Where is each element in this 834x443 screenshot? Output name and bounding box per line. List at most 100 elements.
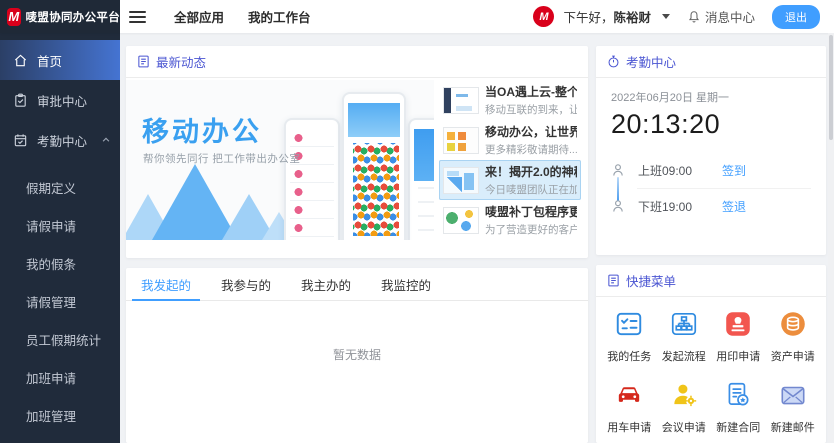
sidebar-item-overtime-request[interactable]: 加班申请 (0, 358, 120, 396)
news-list: 当OA遇上云-整个协同OA 移动互联的到来，让OA与云 移动办公，让世界触手可 … (434, 80, 588, 240)
news-item[interactable]: 当OA遇上云-整个协同OA 移动互联的到来，让OA与云 (439, 80, 581, 120)
mail-icon (778, 380, 808, 410)
news-title: 移动办公，让世界触手可 (485, 123, 577, 140)
news-text: 移动办公，让世界触手可 更多精彩敬请期待....... (485, 123, 577, 157)
quick-item-label: 新建合同 (716, 419, 760, 435)
attendance-card-title: 考勤中心 (626, 52, 676, 71)
news-thumbnail (443, 167, 479, 194)
quick-item-seal-request[interactable]: 用印申请 (711, 309, 766, 364)
meeting-icon (669, 380, 699, 410)
chevron-down-icon[interactable] (662, 14, 670, 19)
quick-item-label: 用印申请 (716, 348, 760, 364)
news-item[interactable]: 移动办公，让世界触手可 更多精彩敬请期待....... (439, 120, 581, 160)
document-icon (137, 55, 150, 68)
news-subtitle: 为了营造更好的客户体验，唛 (485, 222, 577, 237)
tab-monitored-by-me[interactable]: 我监控的 (366, 268, 446, 300)
header-right: M 下午好，陈裕财 消息中心 退出 (533, 5, 834, 29)
sidebar-item-employee-holiday-stats[interactable]: 员工假期统计 (0, 320, 120, 358)
sidebar-item-leave-request[interactable]: 请假申请 (0, 206, 120, 244)
tab-initiated-by-me[interactable]: 我发起的 (126, 268, 206, 300)
quick-item-label: 我的任务 (607, 348, 651, 364)
quick-menu-title: 快捷菜单 (626, 271, 676, 290)
news-card-body: 移动办公 帮你领先同行 把工作带出办公室 当OA遇上云-整个协同OA 移动互联的… (126, 80, 588, 240)
tab-hosted-by-me[interactable]: 我主办的 (286, 268, 366, 300)
news-item-selected[interactable]: 来！揭开2.0的神秘面纱~ 今日唛盟团队正在加班加点， (439, 160, 581, 200)
tab-participated-by-me[interactable]: 我参与的 (206, 268, 286, 300)
sidebar-item-label: 首页 (37, 51, 62, 70)
menu-toggle-icon[interactable] (129, 11, 146, 23)
greeting-text: 下午好，陈裕财 (563, 7, 651, 26)
quick-item-label: 会议申请 (662, 419, 706, 435)
sidebar-item-holiday-definition[interactable]: 假期定义 (0, 168, 120, 206)
check-in-row: 上班09:00 签到 (611, 152, 811, 188)
quick-item-asset-request[interactable]: 资产申请 (766, 309, 821, 364)
quick-item-vehicle-request[interactable]: 用车申请 (602, 380, 657, 435)
news-thumbnail (443, 207, 479, 234)
sidebar-item-approval-center[interactable]: 审批中心 (0, 80, 120, 120)
banner-headline: 移动办公 (142, 110, 262, 149)
news-title: 来！揭开2.0的神秘面纱~ (485, 163, 577, 180)
stamp-icon (723, 309, 753, 339)
bell-icon (687, 10, 701, 24)
home-icon (13, 53, 28, 68)
quick-item-new-contract[interactable]: 新建合同 (711, 380, 766, 435)
tasks-icon (614, 309, 644, 339)
attendance-rows: 上班09:00 签到 下班19:00 签退 (611, 152, 811, 224)
attendance-card: 考勤中心 2022年06月20日 星期一 20:13:20 上班09:00 签到 (596, 46, 826, 255)
quick-item-label: 资产申请 (771, 348, 815, 364)
sidebar-item-leave-management[interactable]: 请假管理 (0, 282, 120, 320)
sidebar-item-label: 审批中心 (37, 91, 87, 110)
news-item[interactable]: 唛盟补丁包程序更新 为了营造更好的客户体验，唛 (439, 200, 581, 240)
empty-state-text: 暂无数据 (126, 301, 588, 363)
check-in-label: 上班09:00 (638, 162, 706, 179)
main-content: 最新动态 移动办公 帮你领先同行 把工作带出办公室 (120, 33, 834, 443)
news-subtitle: 更多精彩敬请期待....... (485, 142, 577, 157)
attendance-card-header: 考勤中心 (596, 46, 826, 78)
phone-mockup (342, 92, 406, 240)
news-card-header: 最新动态 (126, 46, 588, 78)
contract-icon (723, 380, 753, 410)
stopwatch-icon (607, 55, 620, 68)
avatar[interactable]: M (533, 6, 554, 27)
banner-subline: 帮你领先同行 把工作带出办公室 (143, 151, 300, 166)
quick-item-new-mail[interactable]: 新建邮件 (766, 380, 821, 435)
attendance-clock: 20:13:20 (611, 109, 811, 140)
nav-tab-workbench[interactable]: 我的工作台 (248, 7, 311, 26)
right-column: 考勤中心 2022年06月20日 星期一 20:13:20 上班09:00 签到 (596, 46, 826, 443)
sidebar-item-my-leave-notes[interactable]: 我的假条 (0, 244, 120, 282)
car-icon (614, 380, 644, 410)
quick-item-meeting-request[interactable]: 会议申请 (657, 380, 712, 435)
latest-news-card: 最新动态 移动办公 帮你领先同行 把工作带出办公室 (126, 46, 588, 258)
quick-item-start-process[interactable]: 发起流程 (657, 309, 712, 364)
news-thumbnail (443, 87, 479, 114)
news-title: 唛盟补丁包程序更新 (485, 203, 577, 220)
scrollbar-thumb[interactable] (829, 35, 833, 140)
tasks-card: 我发起的 我参与的 我主办的 我监控的 暂无数据 (126, 268, 588, 443)
notebook-icon (607, 274, 620, 287)
quick-menu-card: 快捷菜单 我的任务 发起流程 用印申请 (596, 265, 826, 443)
tasks-tabs: 我发起的 我参与的 我主办的 我监控的 (126, 268, 588, 301)
news-text: 当OA遇上云-整个协同OA 移动互联的到来，让OA与云 (485, 83, 577, 117)
logout-button[interactable]: 退出 (772, 5, 820, 29)
attendance-body: 2022年06月20日 星期一 20:13:20 上班09:00 签到 (596, 78, 826, 224)
flow-icon (669, 309, 699, 339)
left-column: 最新动态 移动办公 帮你领先同行 把工作带出办公室 (126, 46, 588, 443)
news-title: 当OA遇上云-整个协同OA (485, 83, 577, 100)
quick-menu-header: 快捷菜单 (596, 265, 826, 297)
phone-mockup (284, 118, 340, 240)
news-text: 来！揭开2.0的神秘面纱~ 今日唛盟团队正在加班加点， (485, 163, 577, 197)
nav-tab-all-apps[interactable]: 全部应用 (174, 7, 224, 26)
quick-item-label: 发起流程 (662, 348, 706, 364)
username: 陈裕财 (613, 11, 651, 25)
greeting-prefix: 下午好， (563, 11, 613, 25)
sidebar-item-home[interactable]: 首页 (0, 40, 120, 80)
person-icon (611, 199, 625, 213)
message-center-button[interactable]: 消息中心 (687, 7, 755, 26)
check-out-link[interactable]: 签退 (722, 198, 746, 215)
carousel-banner[interactable]: 移动办公 帮你领先同行 把工作带出办公室 (126, 80, 434, 240)
sidebar-item-overtime-management[interactable]: 加班管理 (0, 396, 120, 434)
check-in-link[interactable]: 签到 (722, 162, 746, 179)
top-header: M 唛盟协同办公平台 全部应用 我的工作台 M 下午好，陈裕财 消息中心 退出 (0, 0, 834, 33)
sidebar-item-attendance-center[interactable]: 考勤中心 (0, 120, 120, 160)
quick-item-my-tasks[interactable]: 我的任务 (602, 309, 657, 364)
